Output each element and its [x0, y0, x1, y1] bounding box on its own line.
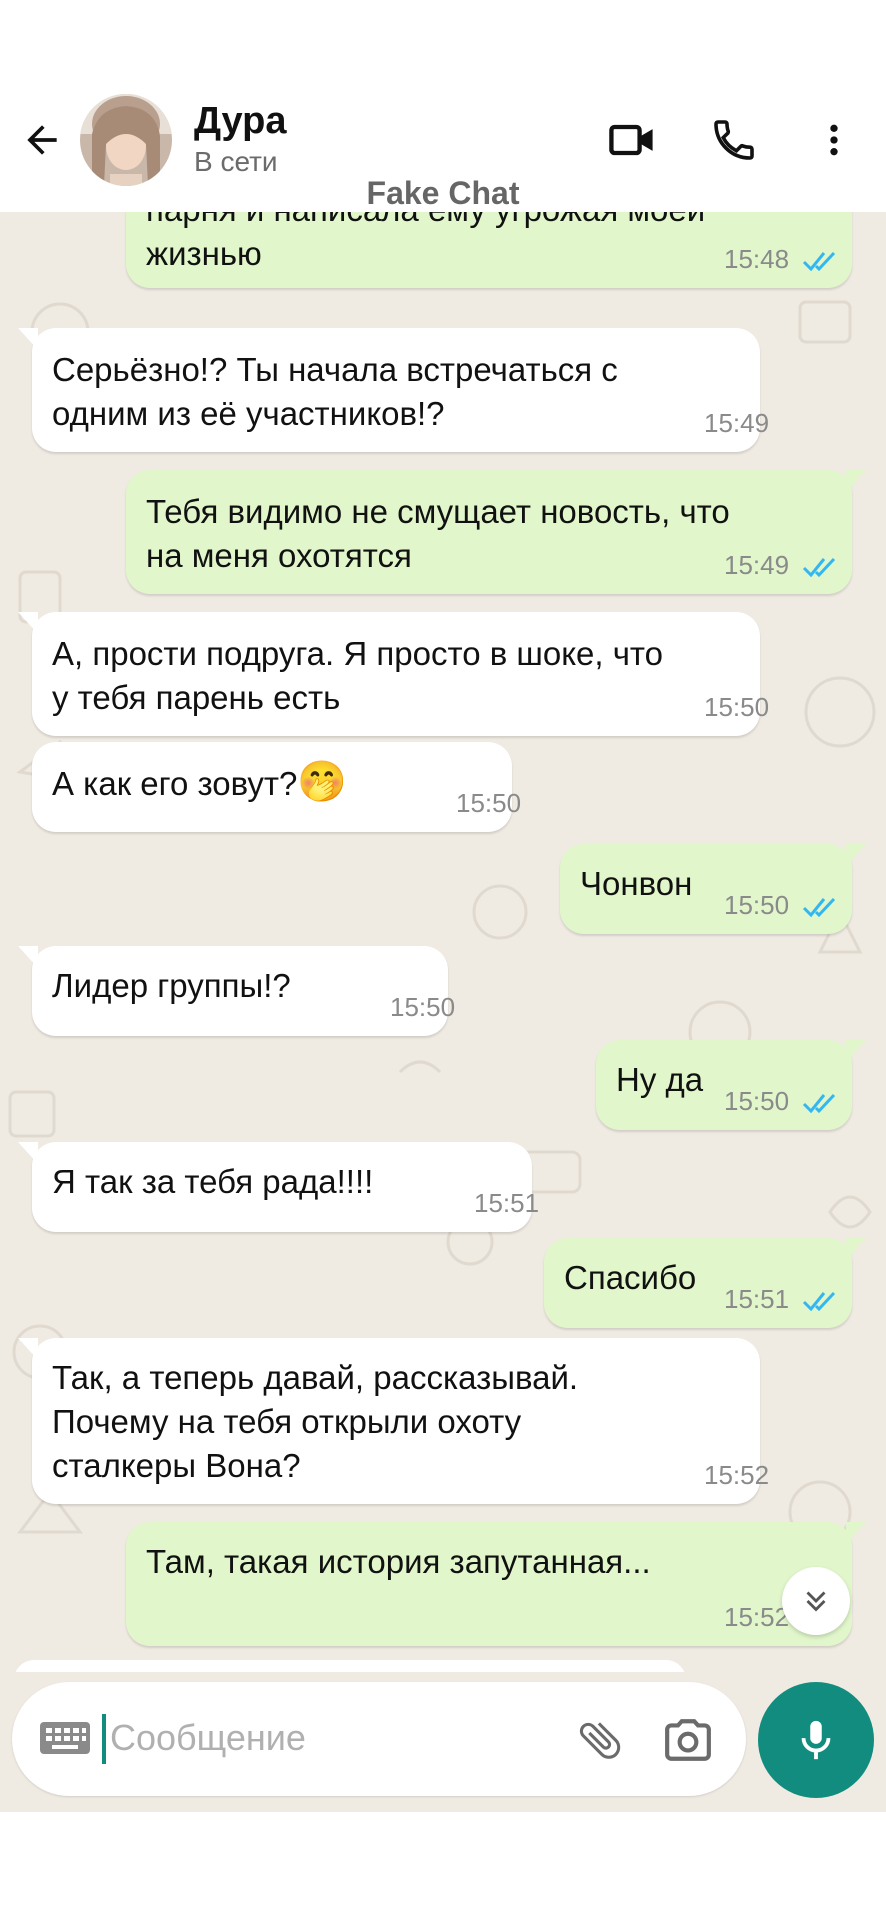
- bottom-blank-area: [0, 1812, 886, 1920]
- more-vert-icon: [830, 124, 838, 156]
- camera-icon: [665, 1719, 711, 1761]
- message-text-content: Чонвон: [580, 865, 693, 902]
- message-text: А, прости подруга. Я просто в шоке, что …: [52, 632, 740, 720]
- message-timestamp: 15:49: [724, 550, 790, 580]
- bubble-tail: [18, 612, 38, 634]
- message-timestamp: 15:50: [456, 788, 522, 818]
- message-text-content: Лидер группы!?: [52, 967, 291, 1004]
- video-call-icon: [609, 124, 653, 156]
- outgoing-message-bubble[interactable]: Там, такая история запутанная... 15:52: [126, 1522, 866, 1646]
- bubble-tail: [846, 1522, 866, 1544]
- message-timestamp: 15:51: [474, 1188, 540, 1218]
- scroll-to-bottom-button[interactable]: [782, 1567, 850, 1635]
- outgoing-message-bubble[interactable]: Чонвон 15:50: [560, 844, 866, 934]
- contact-name[interactable]: Дура: [194, 100, 287, 142]
- message-text: Лидер группы!?: [52, 964, 428, 1008]
- message-text-content: Там, такая история запутанная...: [146, 1543, 651, 1580]
- message-text-content: Спасибо: [564, 1259, 697, 1296]
- read-receipt-double-check-icon: [802, 251, 836, 272]
- message-timestamp: 15:50: [724, 890, 790, 920]
- watermark-text: Fake Chat: [366, 175, 520, 211]
- message-text-content: Тебя видимо не смущает новость, что на м…: [146, 493, 730, 574]
- message-timestamp: 15:48: [724, 244, 790, 274]
- back-arrow-icon: [27, 125, 57, 155]
- more-options-button[interactable]: [804, 110, 864, 170]
- message-text: Я так за тебя рада!!!!: [52, 1160, 512, 1204]
- bubble-tail: [846, 844, 866, 866]
- bubble-tail: [18, 946, 38, 968]
- message-text: Серьёзно!? Ты начала встречаться с одним…: [52, 348, 740, 436]
- mic-icon: [801, 1720, 831, 1760]
- message-text-content: Так, а теперь давай, рассказывай. Почему…: [52, 1359, 579, 1484]
- read-receipt-double-check-icon: [802, 1291, 836, 1312]
- double-chevron-down-icon: [806, 1591, 826, 1612]
- message-timestamp: 15:52: [704, 1460, 770, 1490]
- incoming-message-bubble[interactable]: Серьёзно!? Ты начала встречаться с одним…: [18, 328, 769, 452]
- bubble-tail: [18, 1338, 38, 1360]
- message-timestamp: 15:50: [724, 1086, 790, 1116]
- outgoing-message-bubble[interactable]: парня и написала ему угрожая моей жизнью…: [126, 212, 852, 288]
- message-text-content: А как его зовут?: [52, 765, 298, 802]
- avatar-image: [80, 94, 172, 186]
- video-call-button[interactable]: [602, 110, 662, 170]
- back-button[interactable]: [14, 112, 70, 168]
- phone-icon: [714, 120, 754, 160]
- outgoing-message-bubble[interactable]: Тебя видимо не смущает новость, что на м…: [126, 470, 866, 594]
- bubble-tail: [846, 1238, 866, 1260]
- message-timestamp: 15:52: [724, 1602, 790, 1632]
- avatar[interactable]: [80, 94, 172, 186]
- bubble-tail: [846, 1040, 866, 1062]
- message-text-content: парня и написала ему угрожая моей жизнью: [146, 212, 705, 272]
- outgoing-message-bubble[interactable]: Ну да 15:50: [596, 1040, 866, 1130]
- voice-call-button[interactable]: [704, 110, 764, 170]
- bubble-tail: [18, 1142, 38, 1164]
- attach-button[interactable]: [572, 1712, 628, 1768]
- message-timestamp: 15:49: [704, 408, 770, 438]
- incoming-message-bubble[interactable]: Я так за тебя рада!!!! 15:51: [18, 1142, 539, 1232]
- message-text-content: Ну да: [616, 1061, 704, 1098]
- composer-bar: [0, 1672, 886, 1812]
- message-text: Спасибо: [564, 1256, 832, 1300]
- read-receipt-double-check-icon: [802, 897, 836, 918]
- keyboard-icon[interactable]: [38, 1718, 92, 1758]
- message-text-content: Я так за тебя рада!!!!: [52, 1163, 374, 1200]
- message-input[interactable]: [106, 1706, 574, 1770]
- outgoing-message-bubble[interactable]: Спасибо 15:51: [544, 1238, 866, 1328]
- message-text: А как его зовут?🤭: [52, 760, 492, 806]
- message-text-content: Серьёзно!? Ты начала встречаться с одним…: [52, 351, 618, 432]
- message-timestamp: 15:50: [704, 692, 770, 722]
- attach-icon: [579, 1722, 621, 1759]
- face-with-hand-over-mouth-emoji-icon: 🤭: [297, 760, 348, 804]
- message-text: Чонвон: [580, 862, 832, 906]
- message-text: Там, такая история запутанная...: [146, 1540, 832, 1584]
- read-receipt-double-check-icon: [802, 1093, 836, 1114]
- chat-screen: Дура В сети Fake Chat жизнью 15:48 Серьё…: [0, 0, 886, 1920]
- incoming-message-bubble[interactable]: А как его зовут?🤭 15:50: [32, 742, 521, 832]
- incoming-message-bubble[interactable]: Лидер группы!? 15:50: [18, 946, 455, 1036]
- message-input-container[interactable]: [12, 1682, 746, 1796]
- incoming-message-bubble[interactable]: Так, а теперь давай, рассказывай. Почему…: [18, 1338, 769, 1504]
- message-timestamp: 15:51: [724, 1284, 790, 1314]
- voice-message-button[interactable]: [758, 1682, 874, 1798]
- message-text-content: А, прости подруга. Я просто в шоке, что …: [52, 635, 664, 716]
- camera-button[interactable]: [660, 1712, 716, 1768]
- bubble-tail: [846, 470, 866, 492]
- incoming-message-bubble[interactable]: А, прости подруга. Я просто в шоке, что …: [18, 612, 769, 736]
- bubble-tail: [18, 328, 38, 350]
- message-timestamp: 15:50: [390, 992, 456, 1022]
- read-receipt-double-check-icon: [802, 557, 836, 578]
- message-text: Так, а теперь давай, рассказывай. Почему…: [52, 1356, 740, 1488]
